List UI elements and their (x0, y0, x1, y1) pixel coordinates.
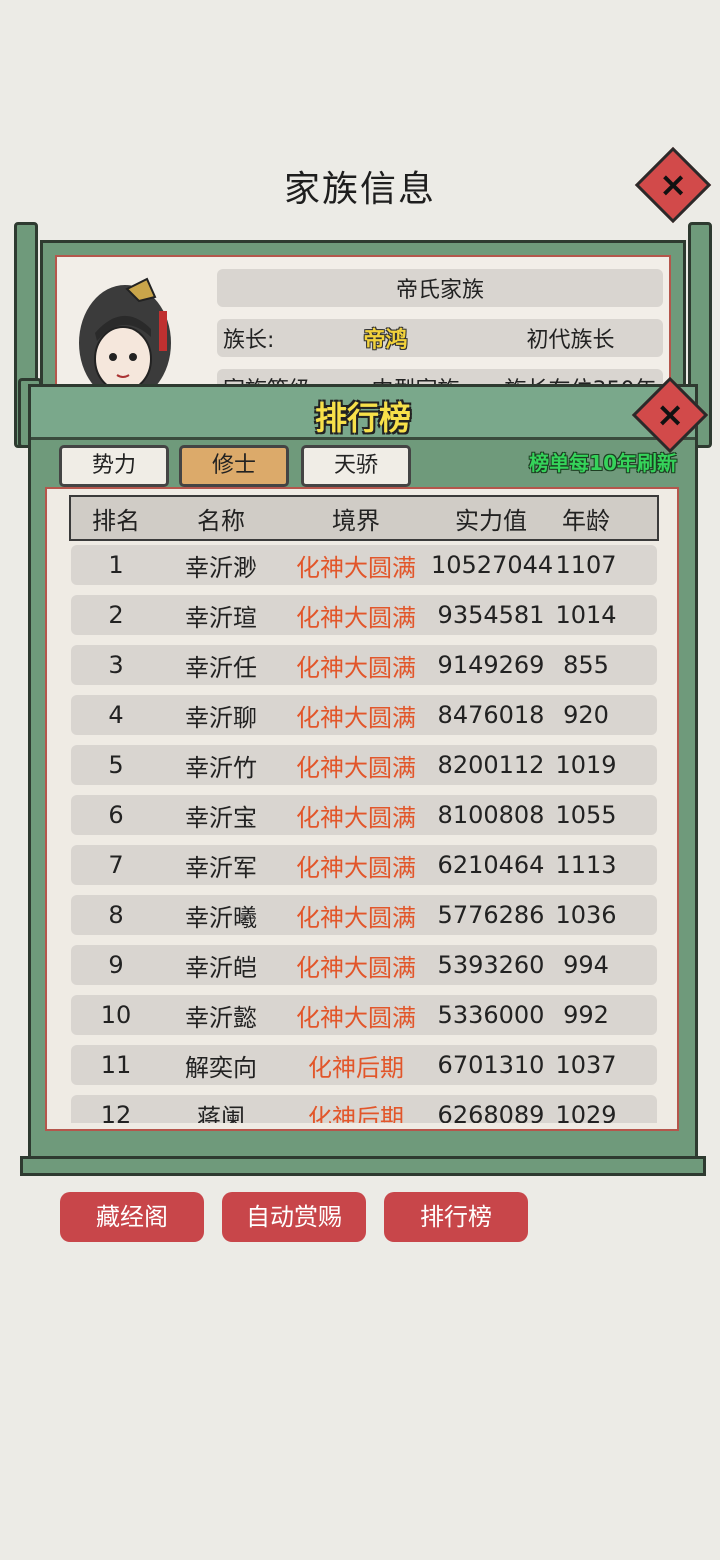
name-cell: 幸沂渺 (185, 553, 257, 582)
rank-cell: 9 (108, 951, 124, 979)
realm-cell: 化神大圆满 (296, 803, 416, 832)
auto-reward-button[interactable]: 自动赏赐 (222, 1192, 366, 1242)
family-name: 帝氏家族 (395, 278, 484, 303)
table-row[interactable]: 3 幸沂任 化神大圆满 9149269 855 (71, 645, 657, 685)
table-row[interactable]: 2 幸沂瑄 化神大圆满 9354581 1014 (71, 595, 657, 635)
name-cell: 幸沂竹 (185, 753, 257, 782)
rank-cell: 7 (108, 851, 124, 879)
rank-cell: 12 (100, 1101, 132, 1123)
table-row[interactable]: 6 幸沂宝 化神大圆满 8100808 1055 (71, 795, 657, 835)
realm-cell: 化神后期 (308, 1103, 404, 1124)
column-header-name: 名称 (197, 506, 245, 535)
ranking-table[interactable]: 排名 名称 境界 实力值 年龄 1 幸沂渺 化神大圆满 10527044 1107 2幸… (45, 487, 679, 1131)
column-header-rank: 排名 (92, 506, 140, 535)
power-cell: 9354581 (437, 601, 545, 629)
name-cell: 解奕向 (185, 1053, 257, 1082)
column-header-age: 年龄 (562, 506, 610, 535)
realm-cell: 化神后期 (308, 1053, 404, 1082)
name-cell: 幸沂任 (185, 653, 257, 682)
tab-faction[interactable]: 势力 (59, 445, 169, 487)
leader-label: 族长: (223, 328, 275, 353)
power-cell: 6268089 (437, 1101, 545, 1123)
leader-title: 初代族长 (526, 328, 615, 353)
refresh-note: 榜单每10年刷新 (529, 451, 677, 475)
rank-cell: 8 (108, 901, 124, 929)
power-cell: 5336000 (437, 1001, 545, 1029)
rank-cell: 11 (100, 1051, 132, 1079)
name-cell: 蒋阑 (197, 1103, 245, 1124)
name-cell: 幸沂聊 (185, 703, 257, 732)
power-cell: 8200112 (437, 751, 545, 779)
rank-cell: 4 (108, 701, 124, 729)
realm-cell: 化神大圆满 (296, 753, 416, 782)
name-cell: 幸沂曦 (185, 903, 257, 932)
rank-cell: 5 (108, 751, 124, 779)
ranking-panel: 排行榜 势力 修士 天骄 榜单每10年刷新 排名 名称 境界 实力值 年龄 1 幸… (28, 384, 698, 1172)
age-cell: 1055 (555, 801, 617, 829)
power-cell: 6210464 (437, 851, 545, 879)
realm-cell: 化神大圆满 (296, 703, 416, 732)
age-cell: 1036 (555, 901, 617, 929)
page-title: 家族信息 (283, 169, 436, 210)
ranking-header: 排行榜 (31, 387, 695, 440)
age-cell: 1113 (555, 851, 617, 879)
bottom-scroll-rod (20, 1156, 706, 1176)
rank-cell: 6 (108, 801, 124, 829)
realm-cell: 化神大圆满 (296, 903, 416, 932)
age-cell: 855 (563, 651, 609, 679)
ranking-title: 排行榜 (314, 399, 411, 437)
age-cell: 992 (563, 1001, 609, 1029)
age-cell: 1037 (555, 1051, 617, 1079)
rank-cell: 3 (108, 651, 124, 679)
table-row[interactable]: 7 幸沂军 化神大圆满 6210464 1113 (71, 845, 657, 885)
table-row[interactable]: 11 解奕向 化神后期 6701310 1037 (71, 1045, 657, 1085)
table-row[interactable]: 10 幸沂懿 化神大圆满 5336000 992 (71, 995, 657, 1035)
age-cell: 1019 (555, 751, 617, 779)
ranking-button[interactable]: 排行榜 (384, 1192, 528, 1242)
rank-cell: 10 (100, 1001, 132, 1029)
family-name-bar: 帝氏家族 (217, 269, 663, 307)
name-cell: 幸沂瑄 (185, 603, 257, 632)
ranking-rows[interactable]: 1 幸沂渺 化神大圆满 10527044 1107 2 幸沂瑄 化神大圆满 9354581 10… (71, 545, 657, 1123)
table-row[interactable]: 4 幸沂聊 化神大圆满 8476018 920 (71, 695, 657, 735)
leader-bar: 族长: 帝鸿 初代族长 (217, 319, 663, 357)
name-cell: 幸沂军 (185, 853, 257, 882)
power-cell: 6701310 (437, 1051, 545, 1079)
power-cell: 8100808 (437, 801, 545, 829)
rank-cell: 2 (108, 601, 124, 629)
age-cell: 1029 (555, 1101, 617, 1123)
name-cell: 幸沂宝 (185, 803, 257, 832)
table-row[interactable]: 9 幸沂皑 化神大圆满 5393260 994 (71, 945, 657, 985)
age-cell: 920 (563, 701, 609, 729)
table-row[interactable]: 8 幸沂曦 化神大圆满 5776286 1036 (71, 895, 657, 935)
realm-cell: 化神大圆满 (296, 653, 416, 682)
scripture-pavilion-button[interactable]: 藏经阁 (60, 1192, 204, 1242)
table-header: 排名 名称 境界 实力值 年龄 (69, 495, 659, 541)
power-cell: 10527044 (431, 551, 554, 579)
power-cell: 5776286 (437, 901, 545, 929)
age-cell: 1107 (555, 551, 617, 579)
table-row[interactable]: 12 蒋阑 化神后期 6268089 1029 (71, 1095, 657, 1123)
age-cell: 994 (563, 951, 609, 979)
name-cell: 幸沂懿 (185, 1003, 257, 1032)
realm-cell: 化神大圆满 (296, 603, 416, 632)
realm-cell: 化神大圆满 (296, 1003, 416, 1032)
table-row[interactable]: 1 幸沂渺 化神大圆满 10527044 1107 (71, 545, 657, 585)
power-cell: 5393260 (437, 951, 545, 979)
realm-cell: 化神大圆满 (296, 553, 416, 582)
realm-cell: 化神大圆满 (296, 853, 416, 882)
leader-name: 帝鸿 (363, 328, 408, 353)
column-header-realm: 境界 (332, 506, 380, 535)
power-cell: 9149269 (437, 651, 545, 679)
tab-prodigy[interactable]: 天骄 (301, 445, 411, 487)
table-row[interactable]: 5 幸沂竹 化神大圆满 8200112 1019 (71, 745, 657, 785)
tab-cultivator[interactable]: 修士 (179, 445, 289, 487)
rank-cell: 1 (108, 551, 124, 579)
column-header-power: 实力值 (455, 506, 527, 535)
name-cell: 幸沂皑 (185, 953, 257, 982)
age-cell: 1014 (555, 601, 617, 629)
power-cell: 8476018 (437, 701, 545, 729)
realm-cell: 化神大圆满 (296, 953, 416, 982)
